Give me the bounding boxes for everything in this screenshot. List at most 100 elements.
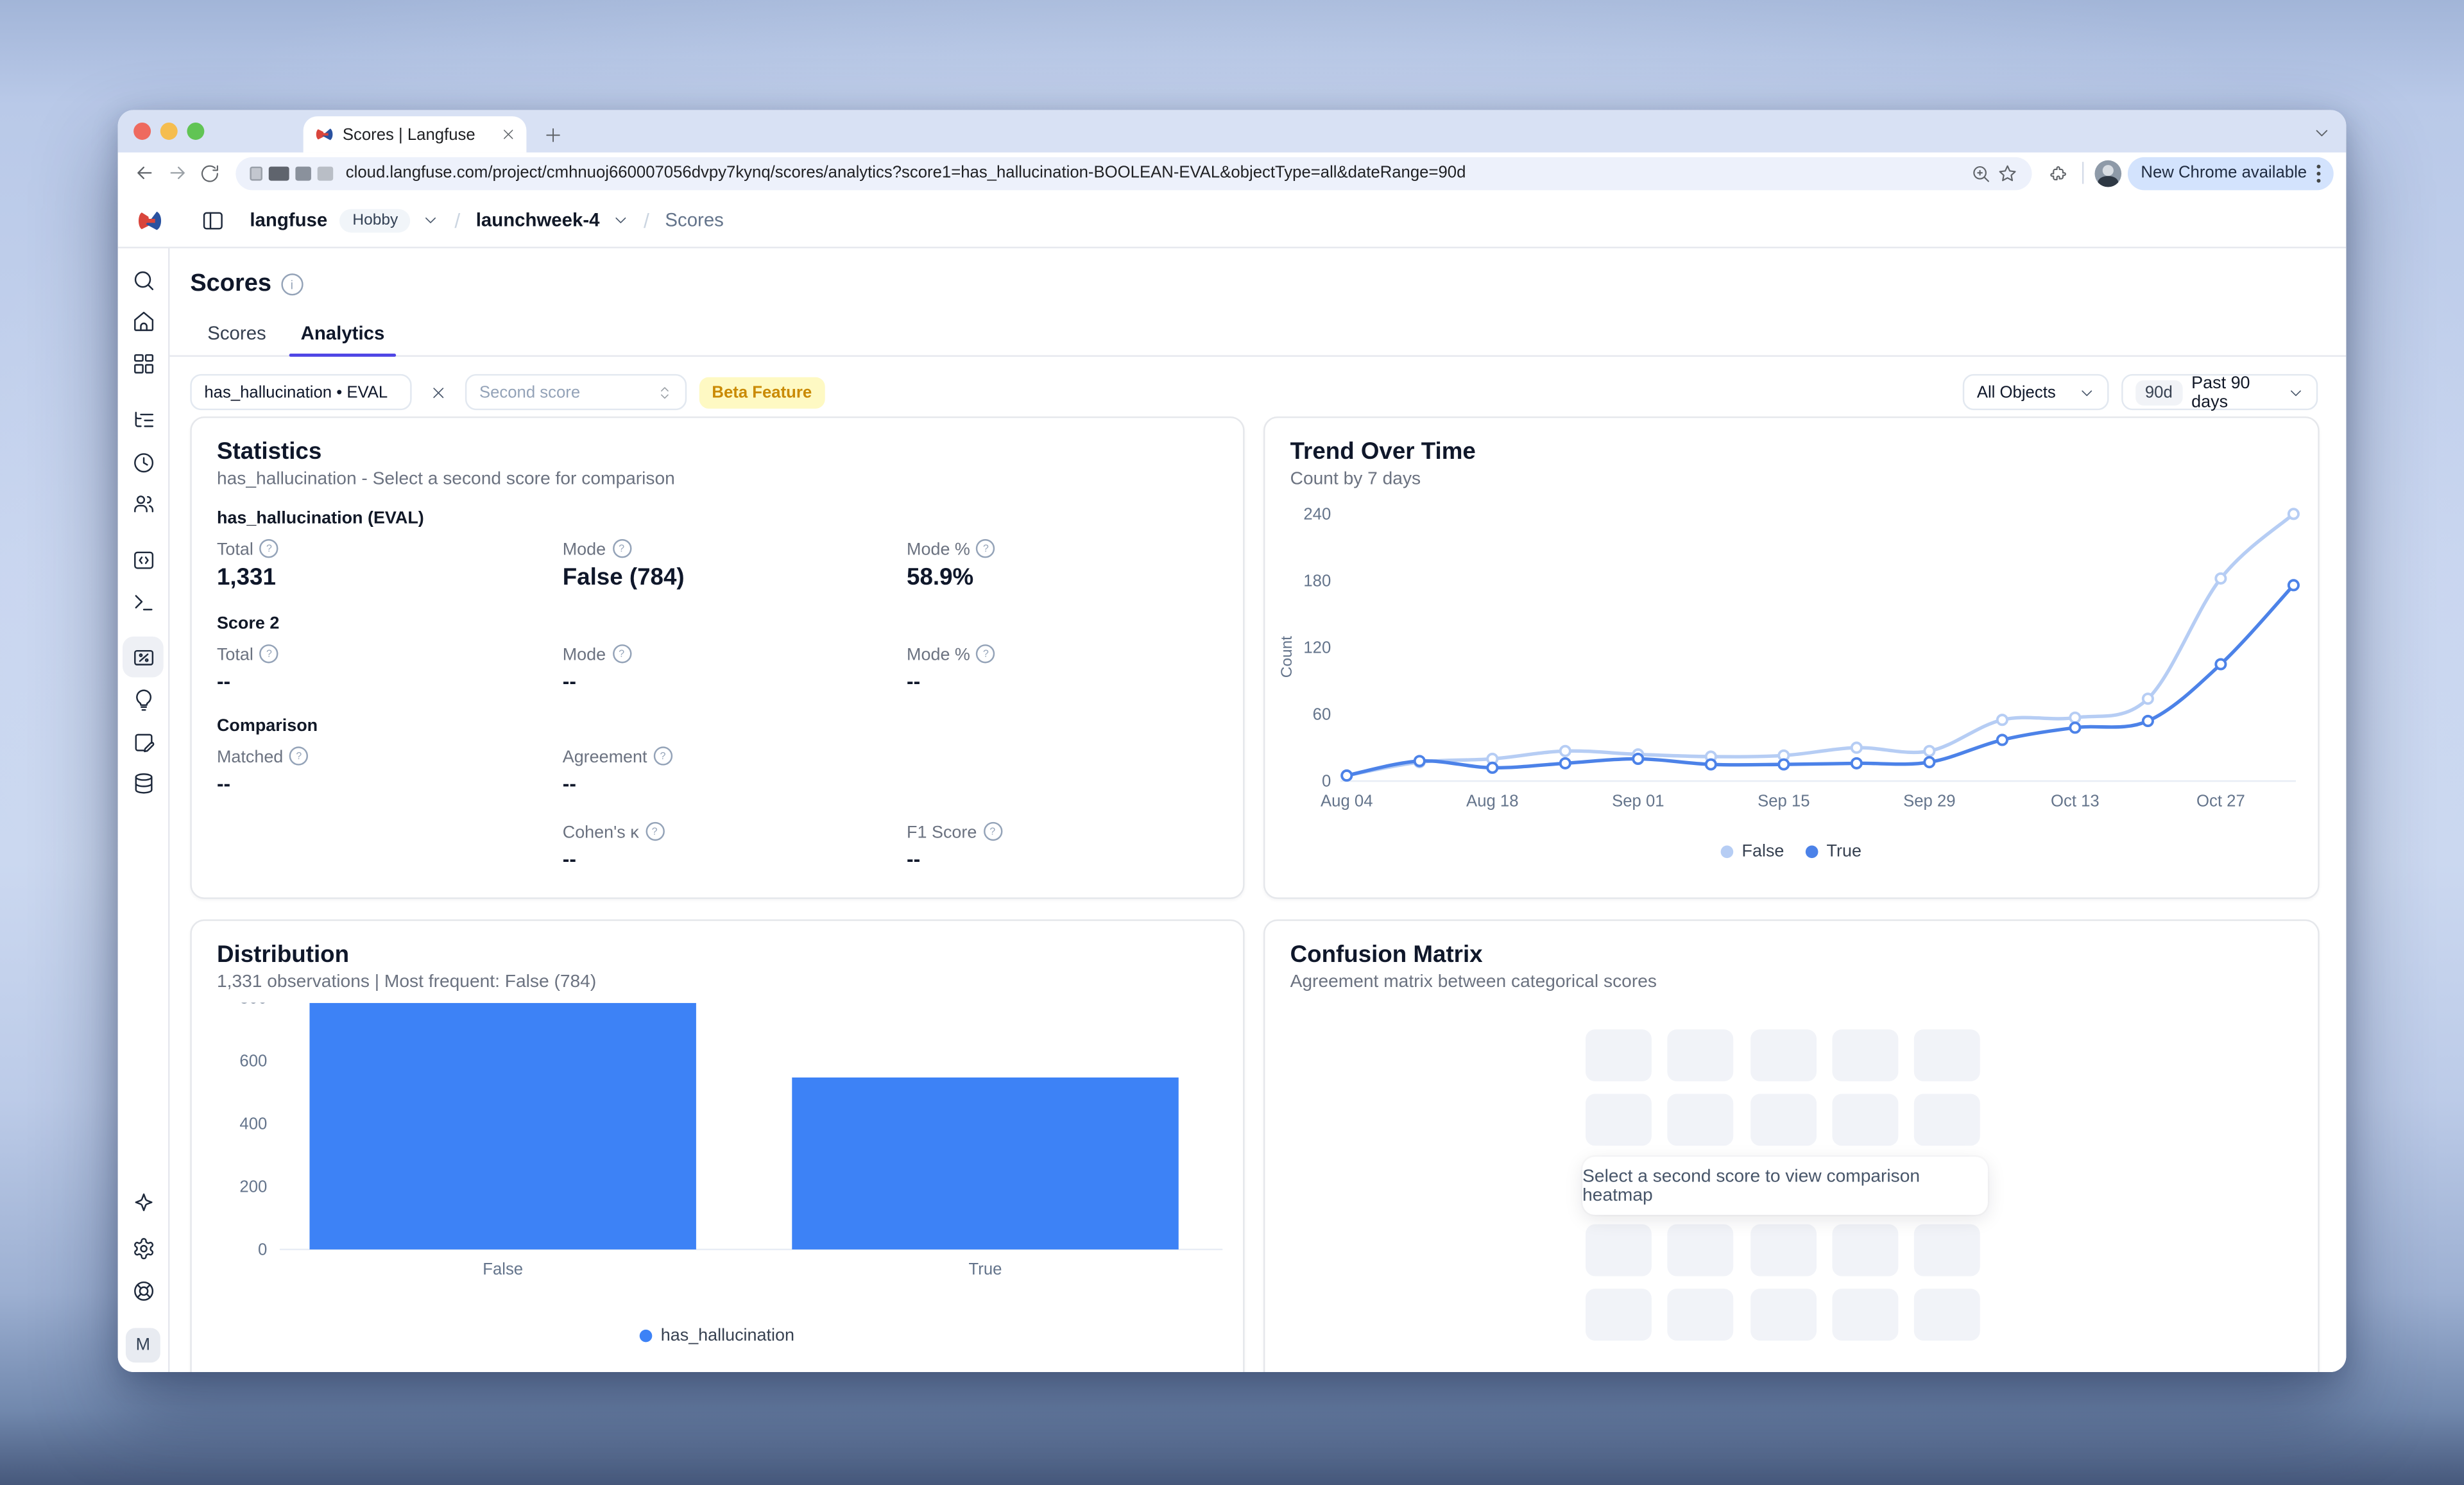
user-avatar[interactable]: M — [126, 1328, 160, 1362]
distribution-bar-chart: 0200400600800FalseTrue — [204, 1002, 1232, 1310]
score1-select[interactable]: has_hallucination • EVAL — [190, 374, 411, 410]
sidebar-item-evaluators[interactable] — [130, 729, 155, 754]
forward-button[interactable] — [164, 160, 191, 187]
help-icon[interactable] — [260, 539, 278, 558]
sidebar-item-annotation[interactable] — [130, 687, 155, 712]
range-chip: 90d — [2135, 379, 2182, 404]
help-icon[interactable] — [612, 539, 631, 558]
help-icon[interactable] — [653, 746, 672, 765]
traffic-minimize-button[interactable] — [160, 123, 178, 140]
help-icon[interactable] — [260, 644, 278, 663]
org-chevron-down-icon[interactable] — [423, 212, 438, 228]
tab-scores[interactable]: Scores — [190, 313, 283, 355]
score1-section-label: has_hallucination (EVAL) — [192, 489, 1243, 528]
new-chrome-label: New Chrome available — [2141, 164, 2307, 182]
svg-text:200: 200 — [239, 1178, 267, 1196]
tab-close-icon[interactable] — [501, 127, 515, 141]
new-tab-button[interactable] — [539, 121, 566, 148]
stat-label: Total — [217, 646, 253, 665]
clear-score1-button[interactable] — [424, 378, 452, 406]
org-name[interactable]: langfuse — [250, 209, 327, 231]
stat-label: Mode % — [907, 646, 970, 665]
sidebar-item-prompts[interactable] — [130, 547, 155, 572]
help-icon[interactable] — [977, 644, 995, 663]
trend-legend: False True — [1265, 843, 2318, 861]
stat-label: Mode — [563, 646, 606, 665]
new-chrome-available-button[interactable]: New Chrome available — [2128, 157, 2334, 189]
sidebar-item-settings[interactable] — [130, 1235, 155, 1260]
sidebar-item-search[interactable] — [130, 267, 155, 292]
sidebar-item-home[interactable] — [130, 308, 155, 333]
extensions-button[interactable] — [2045, 160, 2072, 187]
help-icon[interactable] — [289, 746, 308, 765]
zoom-icon[interactable] — [1971, 162, 1992, 183]
sidebar-item-users[interactable] — [130, 490, 155, 515]
svg-text:Count: Count — [1278, 636, 1296, 678]
profile-avatar[interactable] — [2095, 160, 2122, 187]
help-icon[interactable] — [645, 822, 663, 841]
sidebar-item-dashboards[interactable] — [130, 350, 155, 375]
breadcrumb-separator: / — [644, 208, 649, 232]
tab-analytics[interactable]: Analytics — [284, 313, 402, 355]
site-chip-blurred — [295, 166, 311, 180]
date-range-select[interactable]: 90d Past 90 days — [2121, 374, 2318, 410]
desktop: Scores | Langfuse — [0, 0, 2464, 1485]
score2-section-label: Score 2 — [192, 591, 1243, 633]
sidebar-item-upgrade[interactable] — [130, 1190, 155, 1215]
trend-card: Trend Over Time Count by 7 days 06012018… — [1263, 416, 2320, 899]
url-text[interactable]: cloud.langfuse.com/project/cmhnuoj660007… — [346, 164, 1965, 182]
svg-text:Sep 29: Sep 29 — [1903, 792, 1955, 810]
info-icon[interactable] — [281, 273, 303, 295]
help-icon[interactable] — [977, 539, 995, 558]
sidebar-item-tracing[interactable] — [130, 407, 155, 432]
confusion-placeholder-tile — [1668, 1094, 1734, 1146]
project-chevron-down-icon[interactable] — [612, 212, 628, 228]
url-bar[interactable]: cloud.langfuse.com/project/cmhnuoj660007… — [235, 157, 2032, 189]
sidebar-item-scores-active[interactable] — [123, 637, 164, 678]
svg-text:600: 600 — [239, 1052, 267, 1070]
stat-total-value: 1,331 — [217, 564, 563, 591]
tab-search-button[interactable] — [2313, 121, 2331, 150]
chevron-down-icon — [2079, 384, 2094, 400]
score2-select[interactable]: Second score — [465, 374, 687, 410]
reload-button[interactable] — [196, 160, 223, 187]
legend-label-true[interactable]: True — [1827, 843, 1861, 861]
sidebar-item-playground[interactable] — [130, 589, 155, 614]
browser-window: Scores | Langfuse — [118, 110, 2347, 1372]
sidebar-toggle-icon[interactable] — [201, 208, 225, 232]
help-icon[interactable] — [983, 822, 1002, 841]
svg-text:800: 800 — [239, 1002, 267, 1007]
plus-icon — [543, 125, 561, 144]
traffic-close-button[interactable] — [133, 123, 151, 140]
bookmark-star-icon[interactable] — [1998, 162, 2019, 183]
traffic-zoom-button[interactable] — [187, 123, 204, 140]
svg-text:Sep 01: Sep 01 — [1612, 792, 1664, 810]
sidebar-item-datasets[interactable] — [130, 770, 155, 795]
object-filter-select[interactable]: All Objects — [1963, 374, 2109, 410]
browser-tab[interactable]: Scores | Langfuse — [304, 116, 527, 152]
kebab-menu-icon[interactable] — [2316, 162, 2321, 183]
user-initial: M — [136, 1336, 150, 1355]
upgrade-sparkle-icon — [131, 1190, 155, 1214]
breadcrumb-separator: / — [454, 208, 460, 232]
svg-text:Aug 18: Aug 18 — [1466, 792, 1518, 810]
distribution-title: Distribution — [192, 921, 1243, 968]
project-name[interactable]: launchweek-4 — [476, 209, 600, 231]
sidebar-item-support[interactable] — [130, 1278, 155, 1303]
settings-gear-icon — [131, 1236, 155, 1260]
sidebar-item-sessions[interactable] — [130, 449, 155, 474]
distribution-subtitle: 1,331 observations | Most frequent: Fals… — [192, 968, 1243, 992]
help-icon[interactable] — [612, 644, 631, 663]
scores-icon — [131, 645, 155, 669]
annotation-bulb-icon — [131, 687, 155, 711]
svg-text:Oct 27: Oct 27 — [2196, 792, 2245, 810]
close-icon — [431, 384, 446, 400]
legend-label-score[interactable]: has_hallucination — [661, 1326, 794, 1345]
svg-text:Aug 04: Aug 04 — [1321, 792, 1373, 810]
svg-text:False: False — [483, 1260, 523, 1278]
back-button[interactable] — [130, 160, 157, 187]
legend-label-false[interactable]: False — [1742, 843, 1784, 861]
stat-agreement-value: -- — [563, 771, 907, 795]
stat-matched-value: -- — [217, 771, 563, 795]
trend-title: Trend Over Time — [1265, 418, 2318, 465]
